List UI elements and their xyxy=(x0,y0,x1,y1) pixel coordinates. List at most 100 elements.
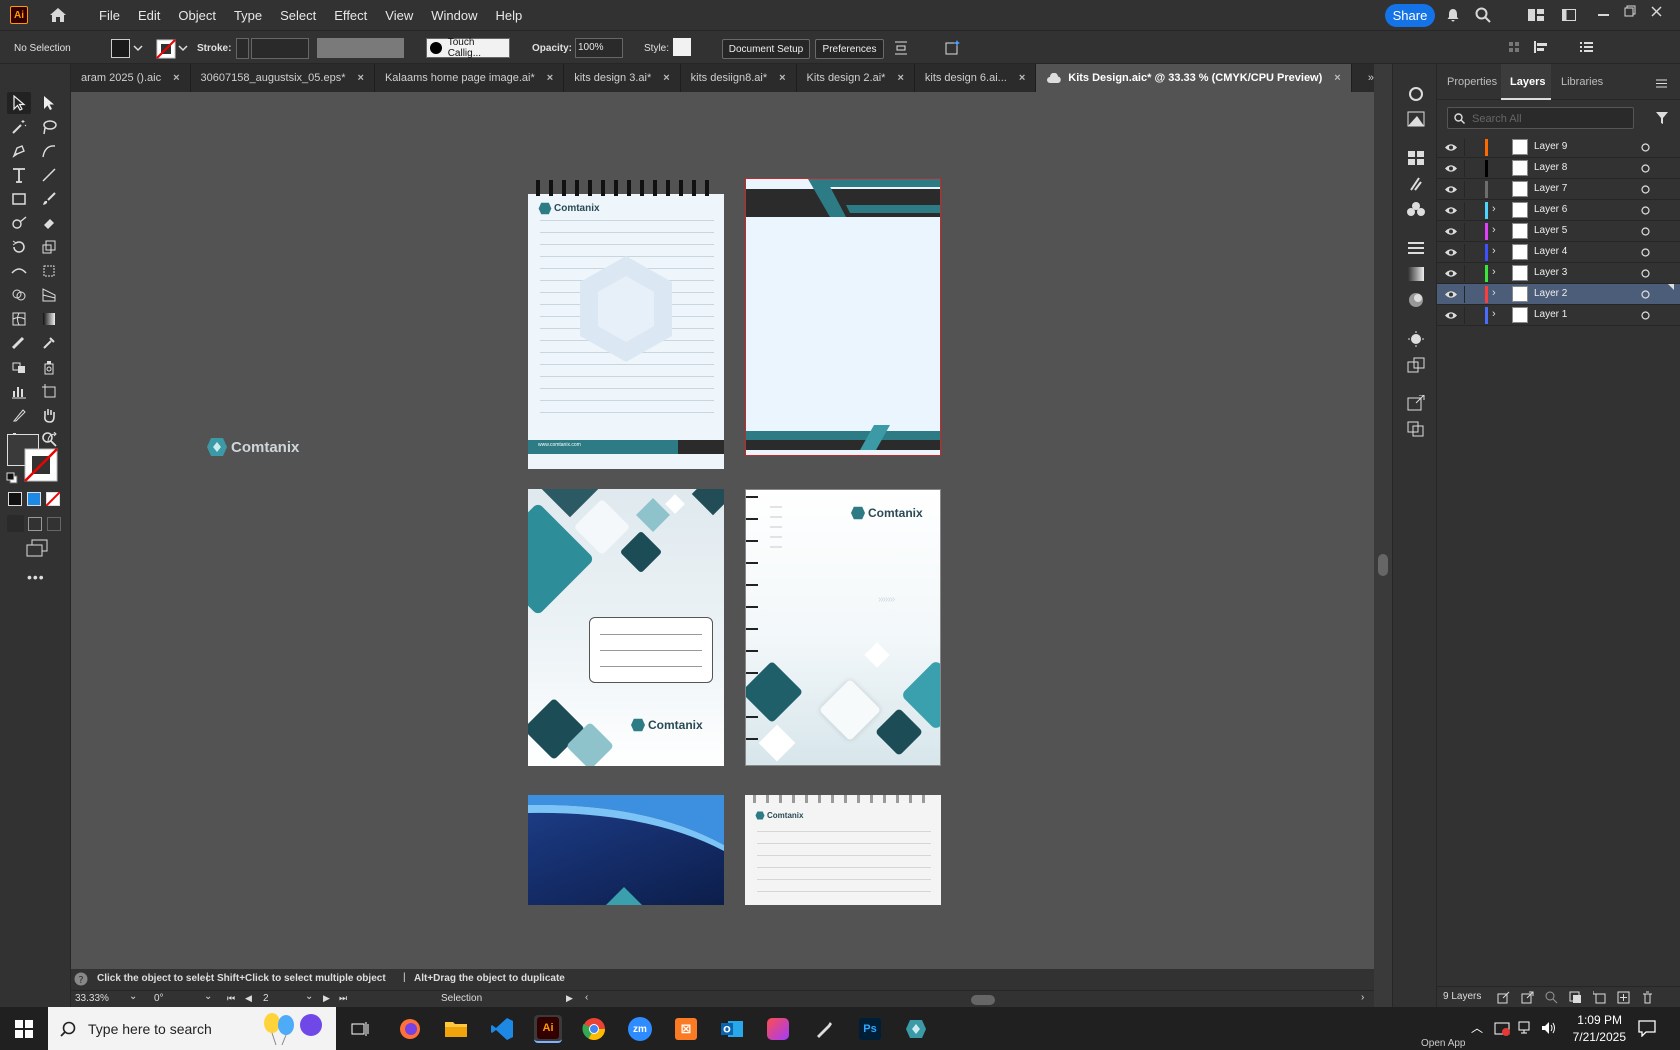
lock-toggle[interactable] xyxy=(1464,139,1465,156)
blend-tool[interactable] xyxy=(7,332,31,354)
new-layer-icon[interactable] xyxy=(1617,991,1630,1004)
lock-toggle[interactable] xyxy=(1464,265,1465,282)
layer-name[interactable]: Layer 5 xyxy=(1534,225,1567,236)
menu-edit[interactable]: Edit xyxy=(129,8,169,23)
paintbrush-tool[interactable] xyxy=(37,188,61,210)
pen-tool[interactable] xyxy=(7,140,31,162)
open-app-label[interactable]: Open App xyxy=(1421,1038,1465,1049)
volume-icon[interactable] xyxy=(1541,1021,1557,1035)
tab-doc-7[interactable]: kits design 6.ai... × xyxy=(915,64,1037,92)
gradient-tool[interactable] xyxy=(37,308,61,330)
chevron-down-icon[interactable] xyxy=(133,44,143,52)
layer-name[interactable]: Layer 2 xyxy=(1534,288,1567,299)
previous-artboard-icon[interactable]: ◀ xyxy=(245,993,252,1004)
vertical-scrollbar[interactable] xyxy=(1374,64,1392,1007)
firefox-app-icon[interactable] xyxy=(396,1015,424,1043)
clipping-mask-icon[interactable] xyxy=(1569,991,1582,1004)
menu-type[interactable]: Type xyxy=(225,8,271,23)
lock-toggle[interactable] xyxy=(1464,286,1465,303)
more-tools-icon[interactable]: ••• xyxy=(27,569,45,585)
close-tab-icon[interactable]: × xyxy=(1334,72,1340,84)
magic-wand-tool[interactable] xyxy=(7,116,31,138)
tab-doc-5[interactable]: kits desiign8.ai* × xyxy=(681,64,797,92)
eraser-tool[interactable] xyxy=(37,212,61,234)
artboard-notepad-top[interactable]: Comtanix xyxy=(745,795,941,905)
libraries-grid-icon[interactable] xyxy=(1407,150,1425,166)
export-icon[interactable] xyxy=(1521,991,1534,1004)
color-mode-button[interactable] xyxy=(8,492,22,506)
align-panel-icon[interactable] xyxy=(1533,40,1549,54)
stroke-weight-field[interactable] xyxy=(251,38,309,59)
workspace-icon[interactable] xyxy=(1528,9,1544,21)
target-circle-icon[interactable] xyxy=(1641,290,1650,299)
shaper-tool[interactable] xyxy=(7,212,31,234)
tab-doc-2[interactable]: 30607158_augustsix_05.eps* × xyxy=(191,64,375,92)
brand-app-icon[interactable] xyxy=(902,1015,930,1043)
loose-brand-logo[interactable]: Comtanix xyxy=(206,437,299,457)
outlook-app-icon[interactable]: O xyxy=(718,1015,746,1043)
stroke-swatch[interactable] xyxy=(156,39,176,59)
layers-search-field[interactable]: Search All xyxy=(1447,107,1634,129)
file-explorer-app-icon[interactable] xyxy=(442,1015,470,1043)
menu-list-icon[interactable] xyxy=(1580,41,1593,53)
type-tool[interactable] xyxy=(7,164,31,186)
shape-builder-tool[interactable] xyxy=(7,284,31,306)
stroke-stepper[interactable] xyxy=(236,38,249,59)
tab-doc-4[interactable]: kits design 3.ai* × xyxy=(564,64,681,92)
close-icon[interactable] xyxy=(1651,6,1662,17)
swap-colors-icon[interactable] xyxy=(46,432,58,444)
task-view-icon[interactable] xyxy=(350,1019,370,1039)
expand-chevron-icon[interactable]: › xyxy=(1492,224,1496,236)
arrange-documents-icon[interactable] xyxy=(1562,9,1576,21)
lock-toggle[interactable] xyxy=(1464,160,1465,177)
taskbar-search[interactable]: Type here to search xyxy=(48,1007,336,1050)
photoshop-app-icon[interactable]: Ps xyxy=(856,1015,884,1043)
tab-libraries[interactable]: Libraries xyxy=(1561,76,1603,88)
lock-toggle[interactable] xyxy=(1464,244,1465,261)
appearance-icon[interactable] xyxy=(1407,86,1425,102)
fill-swatch[interactable] xyxy=(111,39,130,58)
layer-row[interactable]: › Layer 4 xyxy=(1437,242,1680,263)
live-paint-tool[interactable] xyxy=(7,356,31,378)
eyedropper-tool[interactable] xyxy=(37,332,61,354)
zoom-app-icon[interactable]: zm xyxy=(626,1015,654,1043)
chevron-down-icon[interactable]: ⌄ xyxy=(305,991,313,1002)
chevron-down-icon[interactable] xyxy=(178,44,188,52)
new-sublayer-icon[interactable] xyxy=(1593,991,1606,1004)
xampp-app-icon[interactable]: ⊠ xyxy=(672,1015,700,1043)
security-alert-icon[interactable] xyxy=(1494,1020,1510,1036)
brushes-icon[interactable] xyxy=(1407,176,1425,192)
close-tab-icon[interactable]: × xyxy=(779,72,785,84)
opacity-field[interactable]: 100% xyxy=(575,38,623,58)
gradient-panel-icon[interactable] xyxy=(1407,266,1425,282)
menu-help[interactable]: Help xyxy=(486,8,531,23)
selection-tool[interactable] xyxy=(7,92,31,114)
line-tool[interactable] xyxy=(37,164,61,186)
target-circle-icon[interactable] xyxy=(1641,269,1650,278)
close-tab-icon[interactable]: × xyxy=(547,72,553,84)
panel-menu-icon[interactable] xyxy=(1656,79,1667,88)
delete-layer-icon[interactable] xyxy=(1641,991,1654,1004)
artboard-spiral-cover[interactable]: Comtanix ››››››› xyxy=(745,489,941,766)
locate-object-icon[interactable] xyxy=(1545,991,1558,1004)
tab-layers[interactable]: Layers xyxy=(1510,76,1545,88)
search-icon[interactable] xyxy=(1475,7,1491,23)
transform-icon[interactable] xyxy=(1508,41,1520,53)
width-tool[interactable] xyxy=(7,260,31,282)
expand-chevron-icon[interactable]: › xyxy=(1492,266,1496,278)
layer-name[interactable]: Layer 7 xyxy=(1534,183,1567,194)
menu-window[interactable]: Window xyxy=(422,8,486,23)
curvature-tool[interactable] xyxy=(37,140,61,162)
column-graph-tool[interactable] xyxy=(7,380,31,402)
share-button[interactable]: Share xyxy=(1385,4,1435,27)
artboard-notebook-cover[interactable]: Comtanix xyxy=(528,489,724,766)
pathfinder-icon[interactable] xyxy=(1407,421,1425,437)
visibility-eye-icon[interactable] xyxy=(1444,164,1458,173)
layer-row[interactable]: › Layer 1 xyxy=(1437,305,1680,326)
menu-select[interactable]: Select xyxy=(271,8,325,23)
draw-behind-button[interactable] xyxy=(28,517,42,531)
scale-tool[interactable] xyxy=(37,236,61,258)
canvas[interactable]: Comtanix Comtanix www.comtanix.com Comta… xyxy=(71,92,1374,969)
menu-view[interactable]: View xyxy=(376,8,422,23)
default-colors-icon[interactable] xyxy=(6,472,18,484)
